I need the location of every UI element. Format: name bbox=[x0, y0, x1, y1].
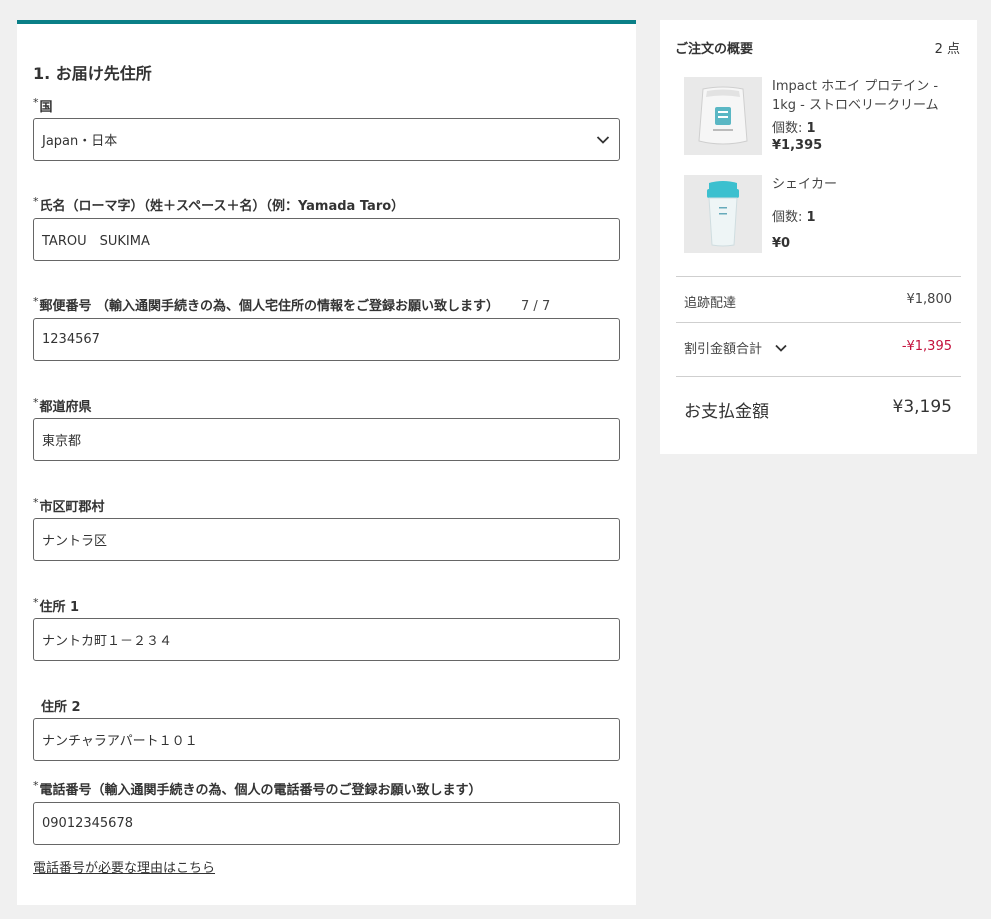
discount-label: 割引金額合計 bbox=[684, 342, 763, 357]
item-qty: 個数: 1 bbox=[772, 210, 816, 225]
chevron-down-icon bbox=[595, 132, 611, 148]
summary-title: ご注文の概要 bbox=[675, 42, 754, 57]
phone-label: *電話番号（輸入通関手続きの為、個人の電話番号のご登録お願い致します） bbox=[33, 779, 482, 798]
shaker-bottle-icon[interactable] bbox=[684, 175, 762, 253]
total-label: お支払金額 bbox=[684, 402, 769, 422]
divider bbox=[676, 376, 961, 377]
address2-label: 住所 2 bbox=[41, 700, 81, 715]
shipping-label: 追跡配達 bbox=[684, 296, 737, 311]
country-value: Japan・日本 bbox=[42, 134, 118, 149]
postal-code-input[interactable]: 1234567 bbox=[33, 318, 620, 361]
divider bbox=[676, 276, 961, 277]
postal-code-label: *郵便番号 （輸入通関手続きの為、個人宅住所の情報をご登録お願い致します） 7 /… bbox=[33, 295, 551, 314]
divider bbox=[676, 322, 961, 323]
required-mark: * bbox=[33, 96, 39, 109]
item-count: 2 点 bbox=[934, 42, 960, 57]
discount-value: -¥1,395 bbox=[901, 339, 952, 354]
country-label: *国 bbox=[33, 96, 53, 115]
city-label: *市区町郡村 bbox=[33, 496, 105, 515]
item-price: ¥0 bbox=[772, 236, 791, 251]
phone-input[interactable]: 09012345678 bbox=[33, 802, 620, 845]
address1-label: *住所 1 bbox=[33, 596, 80, 615]
prefecture-label: *都道府県 bbox=[33, 396, 92, 415]
shipping-value: ¥1,800 bbox=[906, 292, 953, 307]
item-price: ¥1,395 bbox=[772, 138, 823, 153]
phone-reason-link[interactable]: 電話番号が必要な理由はこちら bbox=[33, 857, 215, 876]
chevron-down-icon bbox=[774, 343, 788, 353]
protein-bag-icon[interactable] bbox=[684, 77, 762, 155]
discount-toggle[interactable]: 割引金額合計 bbox=[684, 338, 788, 357]
prefecture-input[interactable]: 東京都 bbox=[33, 418, 620, 461]
country-select[interactable]: Japan・日本 bbox=[33, 118, 620, 161]
total-value: ¥3,195 bbox=[892, 397, 952, 417]
item-name[interactable]: シェイカー bbox=[772, 175, 957, 194]
order-summary: ご注文の概要 2 点 Impact ホエイ プロテイン - 1kg - ストロベ… bbox=[660, 20, 977, 454]
postal-char-counter: 7 / 7 bbox=[521, 299, 551, 314]
shipping-address-form: 1. お届け先住所 *国 Japan・日本 *氏名（ローマ字）（姓＋スペース＋名… bbox=[17, 20, 636, 905]
item-qty: 個数: 1 bbox=[772, 121, 816, 136]
item-name[interactable]: Impact ホエイ プロテイン - 1kg - ストロベリークリーム bbox=[772, 77, 957, 115]
address1-input[interactable]: ナントカ町１－２３４ bbox=[33, 618, 620, 661]
accent-bar bbox=[17, 20, 636, 24]
city-input[interactable]: ナントラ区 bbox=[33, 518, 620, 561]
address2-input[interactable]: ナンチャラアパート１０１ bbox=[33, 718, 620, 761]
name-label: *氏名（ローマ字）（姓＋スペース＋名）（例：Yamada Taro） bbox=[33, 195, 405, 214]
section-title: 1. お届け先住所 bbox=[33, 64, 152, 83]
name-input[interactable]: TAROU SUKIMA bbox=[33, 218, 620, 261]
